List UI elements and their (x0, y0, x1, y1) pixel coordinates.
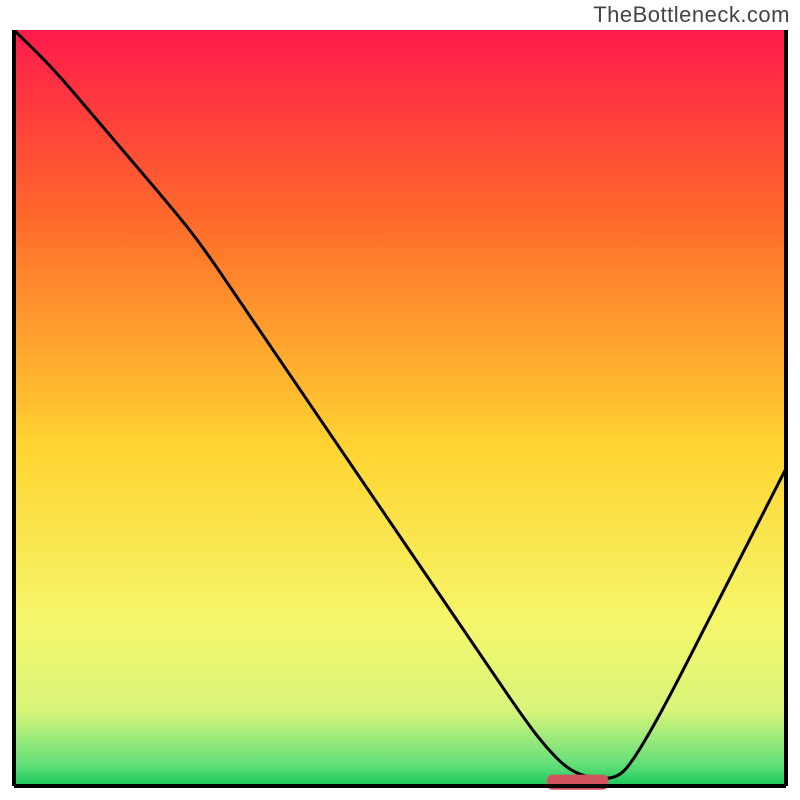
gradient-background (14, 30, 786, 786)
chart-stage: TheBottleneck.com (0, 0, 800, 800)
watermark-text: TheBottleneck.com (593, 2, 790, 28)
bottleneck-chart (0, 0, 800, 800)
